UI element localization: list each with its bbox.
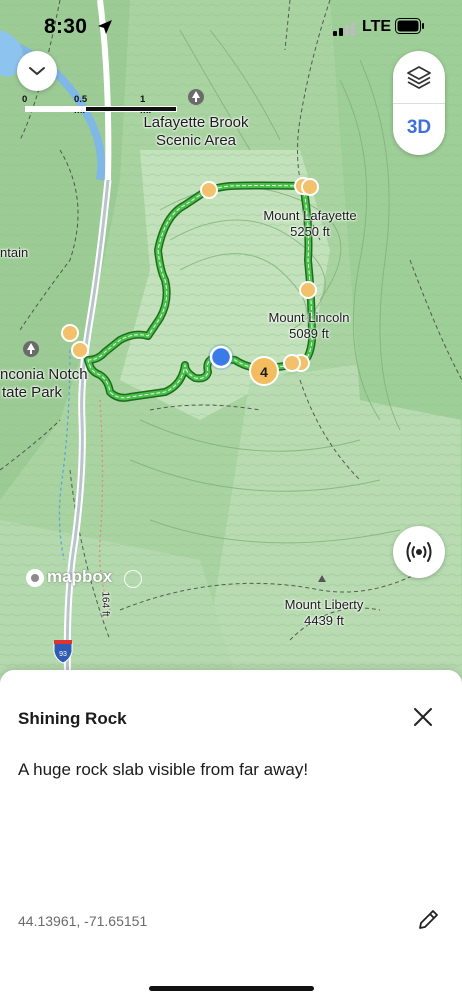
park-icon [23,341,39,357]
label-elevation-small: 164 ft [99,591,111,617]
place-detail-sheet: Shining Rock A huge rock slab visible fr… [0,670,462,1000]
locate-button[interactable] [393,526,445,578]
location-arrow-icon [98,20,112,34]
home-indicator[interactable] [149,986,314,991]
user-location-dot[interactable] [209,345,233,369]
label-mount-liberty: Mount Liberty 4439 ft [284,597,364,628]
scale-one: 1 mi [140,94,151,116]
mapbox-attribution[interactable]: mapbox [26,567,112,587]
label-mountain-edge: ntain [0,245,29,260]
waypoint-marker[interactable] [299,281,317,299]
info-icon[interactable] [124,570,142,588]
close-icon [414,708,432,726]
mapbox-logo-icon [26,568,44,587]
label-franconia-notch: nconia Notch tate Park [0,366,88,401]
place-coordinates[interactable]: 44.13961, -71.65151 [18,913,147,929]
waypoint-marker[interactable] [200,181,218,199]
signal-icon [333,22,355,36]
label-mount-lincoln: Mount Lincoln 5089 ft [268,310,350,341]
status-time: 8:30 [44,15,88,38]
close-button[interactable] [408,702,438,732]
scale-zero: 0 [22,94,28,105]
status-bar: 8:30 LTE [0,0,462,54]
waypoint-marker[interactable] [301,178,319,196]
place-description: A huge rock slab visible from far away! [18,760,309,779]
map-controls-panel: 3D [393,51,445,155]
map-view[interactable]: 93 4 Lafayette Brook Scenic Area Mount L… [0,0,462,690]
toggle-3d-button[interactable]: 3D [393,117,445,139]
battery-icon [395,18,424,34]
collapse-map-button[interactable] [17,51,57,91]
park-icon [188,89,204,105]
scale-half: 0.5 mi [74,94,88,116]
chevron-down-icon [29,67,45,75]
waypoint-marker[interactable] [61,324,79,342]
cluster-count: 4 [260,364,268,380]
waypoint-marker[interactable] [71,341,89,359]
network-type: LTE [362,18,392,35]
pencil-icon [419,910,438,929]
layers-icon[interactable] [406,64,432,90]
controls-divider [393,103,445,104]
waypoint-marker[interactable] [283,354,301,372]
label-lafayette-brook: Lafayette Brook Scenic Area [143,114,249,149]
edit-button[interactable] [414,906,442,934]
label-mount-lafayette: Mount Lafayette 5250 ft [263,208,357,239]
broadcast-icon [406,542,432,562]
place-title: Shining Rock [18,709,127,728]
